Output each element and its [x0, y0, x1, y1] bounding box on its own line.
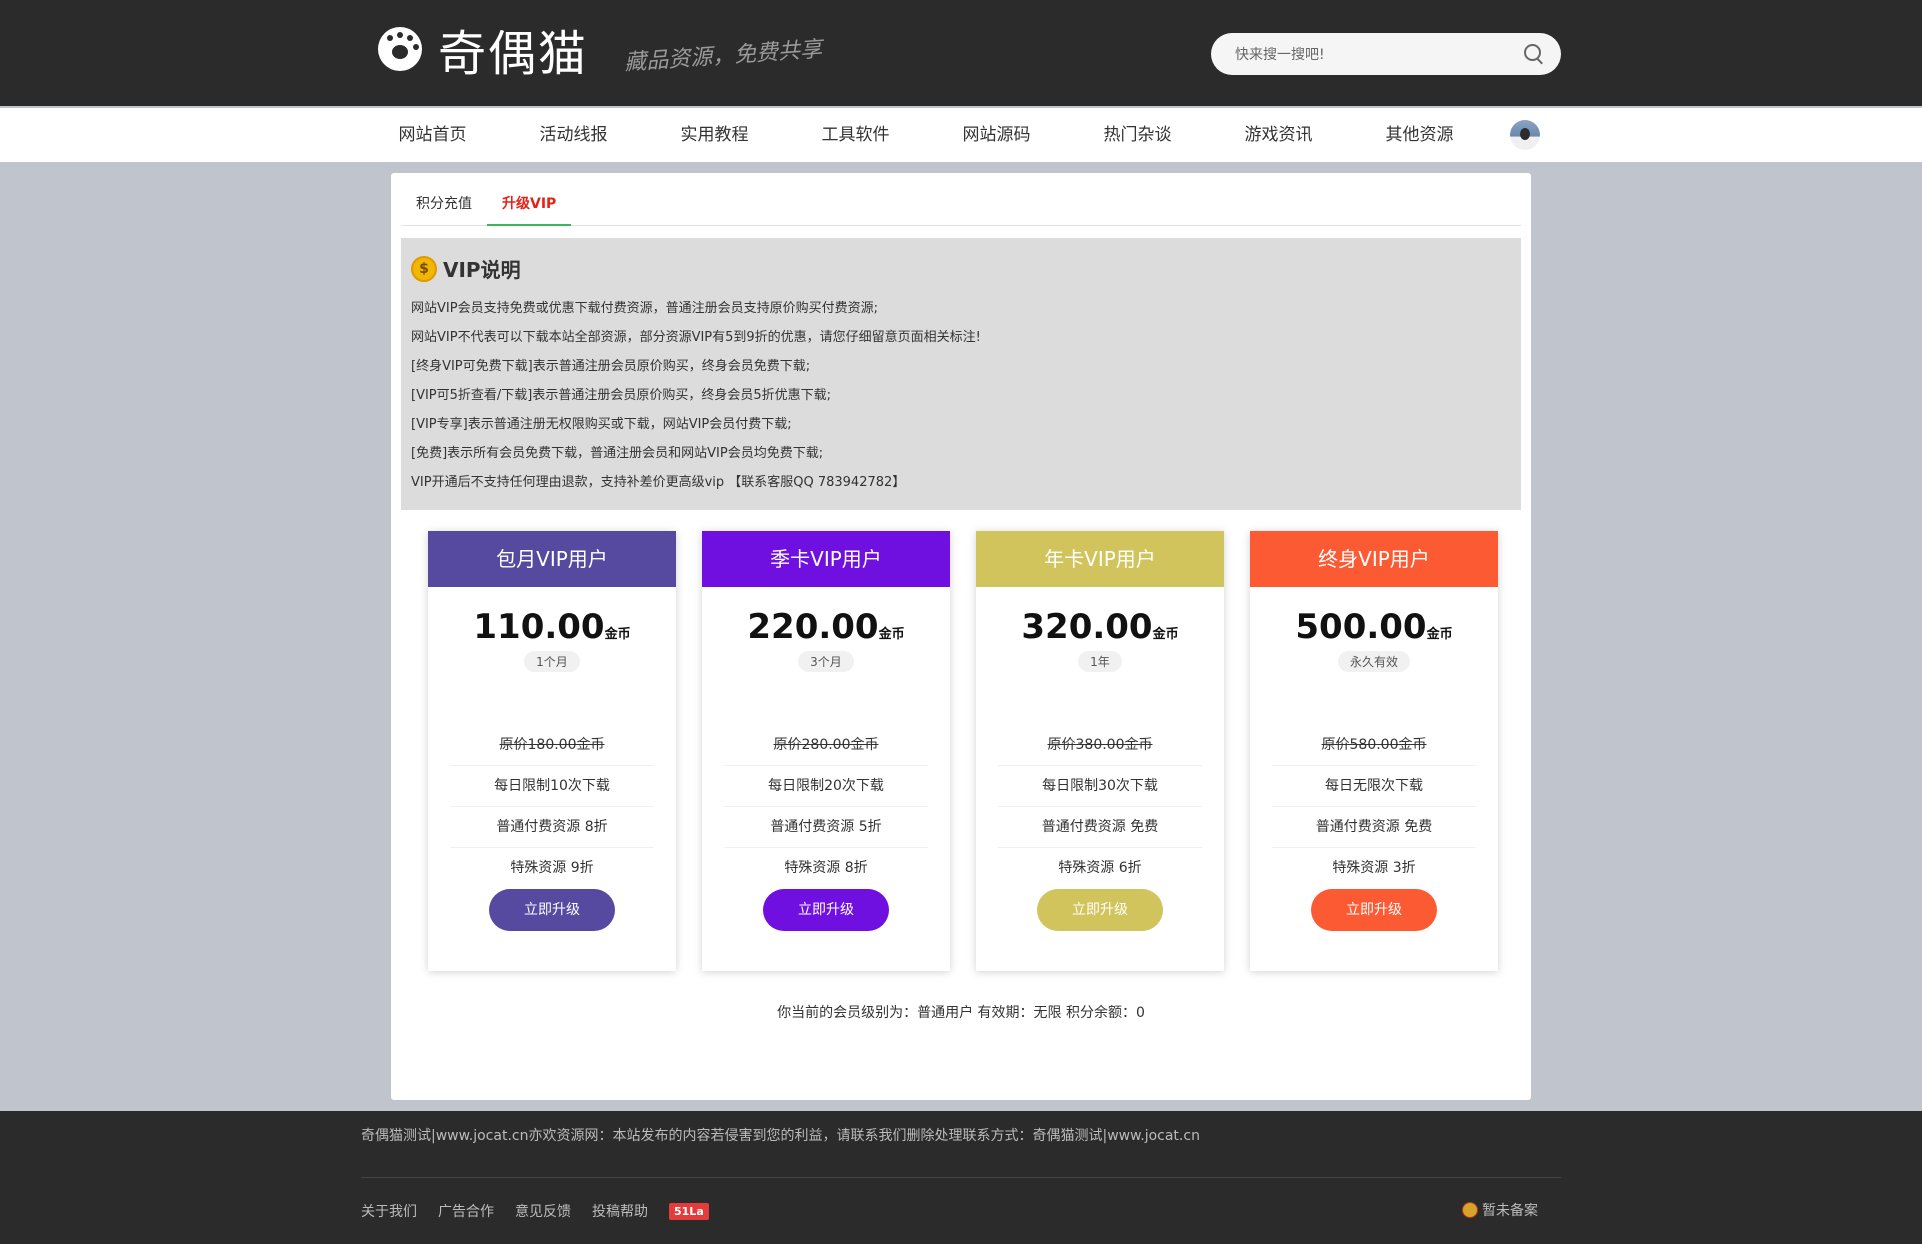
- plan-price: 500.00: [1295, 607, 1427, 647]
- upgrade-button[interactable]: 立即升级: [489, 889, 615, 931]
- notice-line: VIP开通后不支持任何理由退款，支持补差价更高级vip 【联系客服QQ 7839…: [411, 475, 906, 490]
- plan-card-monthly: 包月VIP用户 110.00金币 1个月 原价180.00金币 每日限制10次下…: [428, 531, 676, 971]
- plan-normal-discount: 普通付费资源 免费: [998, 807, 1202, 848]
- plan-special-discount: 特殊资源 9折: [510, 860, 594, 876]
- plan-original-price: 原价380.00金币: [998, 725, 1202, 766]
- plan-price-unit: 金币: [1152, 627, 1179, 642]
- site-footer: 奇偶猫测试|www.jocat.cn亦欢资源网：本站发布的内容若侵害到您的利益，…: [0, 1111, 1922, 1244]
- nav-item-hot-talk[interactable]: 热门杂谈: [1067, 108, 1208, 162]
- stats-badge[interactable]: 51La: [669, 1202, 709, 1220]
- footer-link-ads[interactable]: 广告合作: [438, 1201, 494, 1221]
- plan-daily-limit: 每日限制10次下载: [450, 766, 654, 807]
- plan-name: 年卡VIP用户: [976, 531, 1224, 587]
- plan-daily-limit: 每日无限次下载: [1272, 766, 1476, 807]
- notice-line: [免费]表示所有会员免费下载，普通注册会员和网站VIP会员均免费下载;: [411, 446, 824, 461]
- logo-slogan: 藏品资源，免费共享: [623, 37, 823, 76]
- plan-cards: 包月VIP用户 110.00金币 1个月 原价180.00金币 每日限制10次下…: [428, 531, 1498, 971]
- nav-item-home[interactable]: 网站首页: [362, 108, 503, 162]
- plan-normal-discount: 普通付费资源 8折: [450, 807, 654, 848]
- plan-card-lifetime: 终身VIP用户 500.00金币 永久有效 原价580.00金币 每日无限次下载…: [1250, 531, 1498, 971]
- plan-special-discount: 特殊资源 6折: [1058, 860, 1142, 876]
- search-input[interactable]: [1233, 41, 1517, 69]
- plan-name: 包月VIP用户: [428, 531, 676, 587]
- upgrade-button[interactable]: 立即升级: [763, 889, 889, 931]
- plan-normal-discount: 普通付费资源 5折: [724, 807, 928, 848]
- plan-price: 320.00: [1021, 607, 1153, 647]
- nav-item-game-news[interactable]: 游戏资讯: [1208, 108, 1349, 162]
- tab-points-recharge[interactable]: 积分充值: [401, 183, 487, 225]
- plan-period: 永久有效: [1337, 651, 1410, 672]
- plan-original-price: 原价280.00金币: [724, 725, 928, 766]
- search-box: [1211, 33, 1561, 75]
- plan-normal-discount: 普通付费资源 免费: [1272, 807, 1476, 848]
- plan-period: 3个月: [798, 651, 854, 672]
- plan-daily-limit: 每日限制30次下载: [998, 766, 1202, 807]
- footer-link-about[interactable]: 关于我们: [361, 1201, 417, 1221]
- notice-line: [终身VIP可免费下载]表示普通注册会员原价购买，终身会员免费下载;: [411, 359, 811, 374]
- vip-panel: 积分充值 升级VIP $ VIP说明 网站VIP会员支持免费或优惠下载付费资源，…: [391, 173, 1531, 1100]
- plan-original-price: 原价180.00金币: [450, 725, 654, 766]
- plan-name: 季卡VIP用户: [702, 531, 950, 587]
- plan-price-unit: 金币: [604, 627, 631, 642]
- plan-period: 1年: [1078, 651, 1122, 672]
- plan-price: 220.00: [747, 607, 879, 647]
- logo-name: 奇偶猫: [438, 26, 589, 82]
- plan-original-price: 原价580.00金币: [1272, 725, 1476, 766]
- footer-link-submit[interactable]: 投稿帮助: [592, 1201, 648, 1221]
- footer-divider: [361, 1177, 1561, 1178]
- plan-price: 110.00: [473, 607, 605, 647]
- notice-line: [VIP专享]表示普通注册无权限购买或下载，网站VIP会员付费下载;: [411, 417, 792, 432]
- beian-info[interactable]: 暂未备案: [1462, 1200, 1538, 1220]
- plan-card-quarterly: 季卡VIP用户 220.00金币 3个月 原价280.00金币 每日限制20次下…: [702, 531, 950, 971]
- nav-item-tutorials[interactable]: 实用教程: [644, 108, 785, 162]
- police-badge-icon: [1462, 1202, 1478, 1218]
- plan-daily-limit: 每日限制20次下载: [724, 766, 928, 807]
- footer-link-feedback[interactable]: 意见反馈: [515, 1201, 571, 1221]
- nav-item-other[interactable]: 其他资源: [1349, 108, 1490, 162]
- plan-special-discount: 特殊资源 8折: [784, 860, 868, 876]
- site-logo[interactable]: 奇偶猫 藏品资源，免费共享: [378, 14, 823, 84]
- paw-icon: [378, 27, 422, 71]
- tab-bar: 积分充值 升级VIP: [401, 183, 1521, 226]
- membership-status: 你当前的会员级别为：普通用户 有效期：无限 积分余额：0: [777, 1005, 1145, 1021]
- plan-price-unit: 金币: [1426, 627, 1453, 642]
- tab-upgrade-vip[interactable]: 升级VIP: [487, 183, 572, 226]
- nav-item-source-code[interactable]: 网站源码: [926, 108, 1067, 162]
- notice-line: [VIP可5折查看/下载]表示普通注册会员原价购买，终身会员5折优惠下载;: [411, 388, 832, 403]
- notice-title: VIP说明: [443, 258, 521, 282]
- coin-icon: $: [411, 255, 437, 282]
- nav-item-tools[interactable]: 工具软件: [785, 108, 926, 162]
- plan-price-unit: 金币: [878, 627, 905, 642]
- upgrade-button[interactable]: 立即升级: [1311, 889, 1437, 931]
- top-header: 奇偶猫 藏品资源，免费共享: [0, 0, 1922, 106]
- upgrade-button[interactable]: 立即升级: [1037, 889, 1163, 931]
- beian-text: 暂未备案: [1482, 1203, 1538, 1219]
- user-avatar[interactable]: [1510, 120, 1540, 150]
- main-nav: 网站首页 活动线报 实用教程 工具软件 网站源码 热门杂谈 游戏资讯 其他资源: [0, 108, 1922, 162]
- vip-notice: $ VIP说明 网站VIP会员支持免费或优惠下载付费资源，普通注册会员支持原价购…: [401, 238, 1521, 510]
- plan-period: 1个月: [524, 651, 580, 672]
- notice-line: 网站VIP会员支持免费或优惠下载付费资源，普通注册会员支持原价购买付费资源;: [411, 301, 878, 316]
- plan-card-yearly: 年卡VIP用户 320.00金币 1年 原价380.00金币 每日限制30次下载…: [976, 531, 1224, 971]
- notice-line: 网站VIP不代表可以下载本站全部资源，部分资源VIP有5到9折的优惠，请您仔细留…: [411, 330, 981, 345]
- plan-special-discount: 特殊资源 3折: [1332, 860, 1416, 876]
- nav-item-activities[interactable]: 活动线报: [503, 108, 644, 162]
- footer-disclaimer: 奇偶猫测试|www.jocat.cn亦欢资源网：本站发布的内容若侵害到您的利益，…: [361, 1128, 1200, 1144]
- search-icon[interactable]: [1524, 44, 1541, 61]
- plan-name: 终身VIP用户: [1250, 531, 1498, 587]
